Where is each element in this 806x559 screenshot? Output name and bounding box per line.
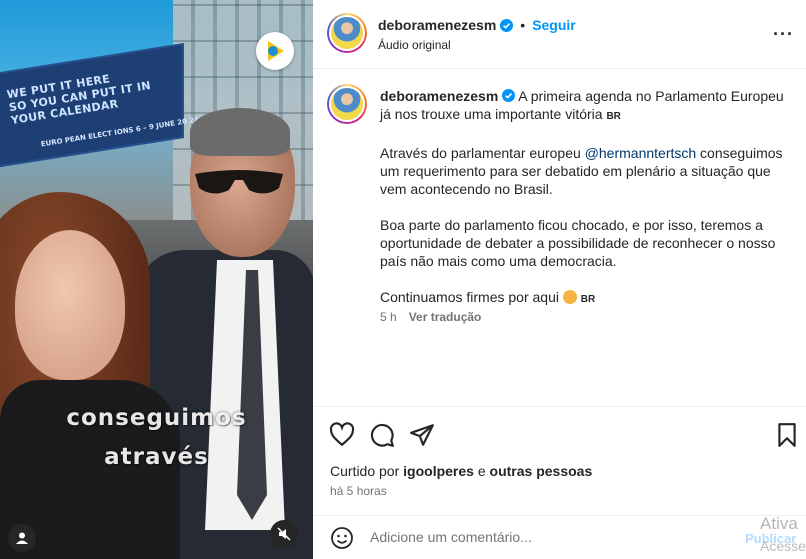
sunglasses (195, 170, 283, 194)
brazil-flag-emoji: BR (580, 294, 596, 305)
caption-meta: 5 h Ver tradução (380, 310, 481, 324)
mention-link[interactable]: @hermanntertsch (585, 145, 696, 161)
verified-badge-icon (500, 18, 514, 32)
action-bar (313, 406, 806, 447)
verified-badge-icon (502, 89, 516, 102)
share-icon[interactable] (409, 422, 435, 448)
post-header: deboramenezesm • Seguir Áudio original ·… (313, 0, 806, 69)
author-avatar[interactable] (327, 13, 367, 53)
comment-input[interactable] (370, 529, 670, 545)
post-sidebar: deboramenezesm • Seguir Áudio original ·… (313, 0, 806, 559)
caption-avatar[interactable] (327, 84, 367, 124)
comment-icon[interactable] (369, 422, 395, 448)
author-username[interactable]: deboramenezesm (378, 17, 496, 33)
liker-username[interactable]: igoolperes (403, 463, 474, 479)
caption-age[interactable]: 5 h (380, 310, 397, 324)
likes-prefix: Curtido por (330, 463, 404, 479)
caption-paragraph-4: Continuamos firmes por aqui (380, 289, 559, 305)
caption-paragraph-2a: Através do parlamentar europeu (380, 145, 585, 161)
mute-button[interactable] (270, 520, 298, 548)
activation-watermark-2: Acesse (760, 538, 806, 554)
post-media[interactable]: We put it here so you can put it in your… (0, 0, 313, 559)
speaker-muted-icon (277, 527, 291, 541)
play-logo-icon (256, 32, 294, 70)
bookmark-icon[interactable] (774, 422, 800, 448)
caption-paragraph-3: Boa parte do parlamento ficou chocado, e… (380, 217, 776, 269)
brazil-flag-emoji: BR (606, 111, 621, 122)
post-timestamp[interactable]: há 5 horas (330, 484, 387, 498)
person-icon (16, 532, 28, 544)
woman-face (15, 230, 125, 380)
video-caption-line-2: através (104, 444, 209, 470)
video-caption-line-1: conseguimos (66, 405, 247, 431)
flexed-emoji-icon (562, 290, 577, 304)
emoji-icon[interactable] (330, 526, 354, 550)
follow-button[interactable]: Seguir (532, 17, 576, 33)
man-hair (190, 108, 290, 156)
more-options-icon[interactable]: ··· (773, 24, 794, 45)
comment-bar: Publicar (313, 515, 806, 559)
other-likers-link[interactable]: outras pessoas (490, 463, 593, 479)
audio-label[interactable]: Áudio original (378, 38, 451, 52)
separator-dot: • (520, 17, 526, 33)
activation-watermark: Ativa (760, 514, 798, 533)
heart-icon[interactable] (329, 422, 355, 448)
caption-text: deboramenezesm A primeira agenda no Parl… (380, 87, 790, 327)
caption-section: deboramenezesm A primeira agenda no Parl… (313, 70, 806, 406)
caption-username[interactable]: deboramenezesm (380, 88, 498, 104)
likes-summary: Curtido por igoolperes e outras pessoas (330, 463, 592, 479)
tagged-users-button[interactable] (8, 524, 36, 552)
see-translation-button[interactable]: Ver tradução (409, 310, 482, 324)
likes-middle: e (473, 463, 490, 479)
author-line: deboramenezesm • Seguir (378, 17, 576, 33)
